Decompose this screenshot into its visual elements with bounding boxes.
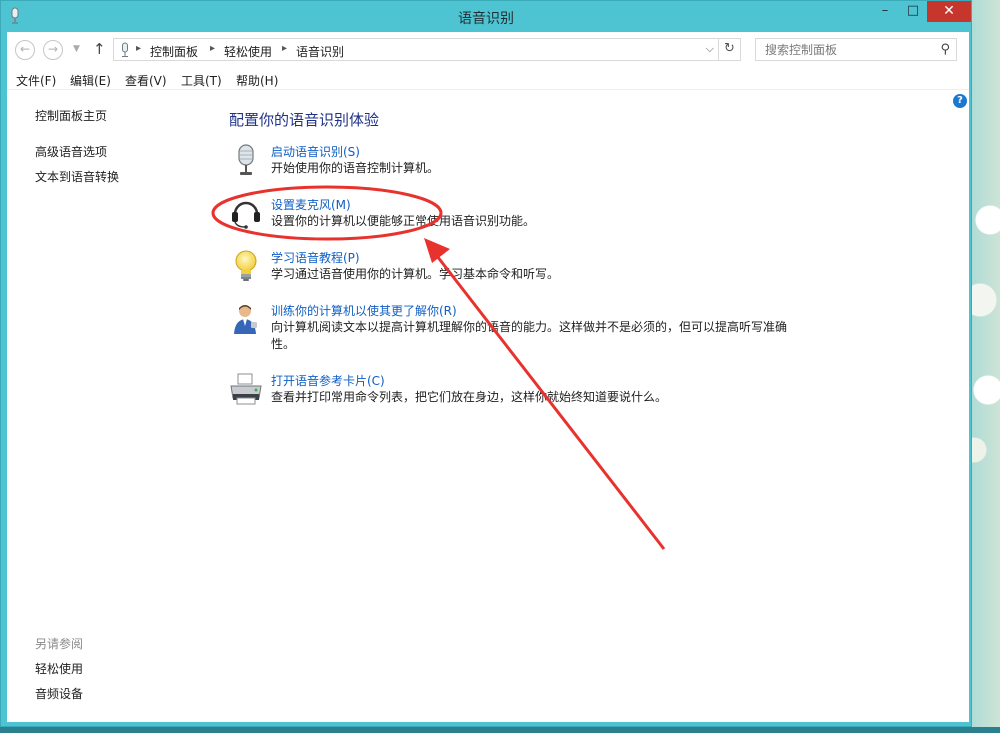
- menu-tools[interactable]: 工具(T): [181, 72, 222, 89]
- up-button[interactable]: ↑: [93, 40, 106, 58]
- breadcrumb-separator-icon[interactable]: ▸: [282, 43, 287, 54]
- address-dropdown-chevron-down-icon[interactable]: ⌵: [706, 42, 714, 56]
- refresh-button[interactable]: ↻: [718, 39, 740, 60]
- menu-help[interactable]: 帮助(H): [236, 72, 278, 89]
- sidebar-text-to-speech[interactable]: 文本到语音转换: [35, 168, 119, 185]
- minimize-button[interactable]: –: [871, 1, 899, 22]
- setup-microphone-link[interactable]: 设置麦克风(M): [271, 196, 351, 213]
- task-description: 向计算机阅读文本以提高计算机理解你的语音的能力。这样做并不是必须的，但可以提高听…: [271, 320, 788, 351]
- headset-icon: [232, 201, 260, 229]
- task-description: 查看并打印常用命令列表，把它们放在身边，这样你就始终知道要说什么。: [271, 390, 668, 404]
- menu-bar: 文件(F) 编辑(E) 查看(V) 工具(T) 帮助(H): [7, 68, 969, 90]
- speech-tutorial-link[interactable]: 学习语音教程(P): [271, 249, 360, 266]
- forward-button[interactable]: →: [43, 40, 63, 60]
- train-computer-link[interactable]: 训练你的计算机以使其更了解你(R): [271, 302, 457, 319]
- microphone-icon: [122, 42, 128, 57]
- printer-icon: [230, 373, 262, 405]
- window-title: 语音识别: [458, 11, 514, 27]
- reference-card-link[interactable]: 打开语音参考卡片(C): [271, 372, 385, 389]
- see-also-ease-of-access[interactable]: 轻松使用: [35, 660, 83, 677]
- sidebar-control-panel-home[interactable]: 控制面板主页: [35, 107, 107, 124]
- search-box[interactable]: ⚲: [755, 38, 957, 61]
- taskbar: [0, 727, 1000, 733]
- window-content: ← → ▼ ↑ ▸ 控制面板 ▸ 轻松使用 ▸ 语音识别 ⌵ ↻ 搜索控制面板 …: [7, 32, 969, 722]
- page-title: 配置你的语音识别体验: [229, 111, 380, 129]
- see-also-audio-devices[interactable]: 音频设备: [35, 685, 83, 702]
- lightbulb-icon: [235, 250, 257, 281]
- start-speech-recognition-link[interactable]: 启动语音识别(S): [271, 143, 360, 160]
- search-icon[interactable]: ⚲: [940, 42, 950, 57]
- breadcrumb-control-panel[interactable]: 控制面板: [150, 43, 198, 60]
- back-button[interactable]: ←: [15, 40, 35, 60]
- maximize-button[interactable]: □: [899, 1, 927, 22]
- menu-file[interactable]: 文件(F): [16, 72, 56, 89]
- title-bar[interactable]: 语音识别 – □ ✕: [1, 1, 971, 32]
- person-icon: [234, 305, 257, 334]
- menu-edit[interactable]: 编辑(E): [70, 72, 111, 89]
- see-also-heading: 另请参阅: [35, 637, 84, 651]
- address-bar[interactable]: ▸ 控制面板 ▸ 轻松使用 ▸ 语音识别 ⌵ ↻: [113, 38, 741, 61]
- speech-recognition-window: 语音识别 – □ ✕ ← → ▼ ↑ ▸ 控制面板 ▸ 轻松使用 ▸ 语音识别: [0, 0, 972, 727]
- task-description: 开始使用你的语音控制计算机。: [271, 161, 440, 175]
- search-input[interactable]: [756, 39, 932, 60]
- menu-view[interactable]: 查看(V): [125, 72, 167, 89]
- breadcrumb-ease-of-access[interactable]: 轻松使用: [224, 43, 272, 60]
- close-button[interactable]: ✕: [927, 1, 971, 22]
- breadcrumb-speech-recognition[interactable]: 语音识别: [296, 43, 344, 60]
- recent-locations-chevron-down-icon[interactable]: ▼: [73, 44, 80, 54]
- breadcrumb-separator-icon[interactable]: ▸: [136, 43, 141, 54]
- help-icon[interactable]: ?: [953, 94, 967, 108]
- task-description: 设置你的计算机以便能够正常使用语音识别功能。: [271, 214, 536, 228]
- breadcrumb-separator-icon[interactable]: ▸: [210, 43, 215, 54]
- task-description: 学习通过语音使用你的计算机。学习基本命令和听写。: [271, 267, 560, 281]
- microphone-icon: [238, 144, 254, 175]
- sidebar-advanced-speech-options[interactable]: 高级语音选项: [35, 143, 107, 160]
- navigation-bar: ← → ▼ ↑ ▸ 控制面板 ▸ 轻松使用 ▸ 语音识别 ⌵ ↻ 搜索控制面板 …: [7, 32, 969, 68]
